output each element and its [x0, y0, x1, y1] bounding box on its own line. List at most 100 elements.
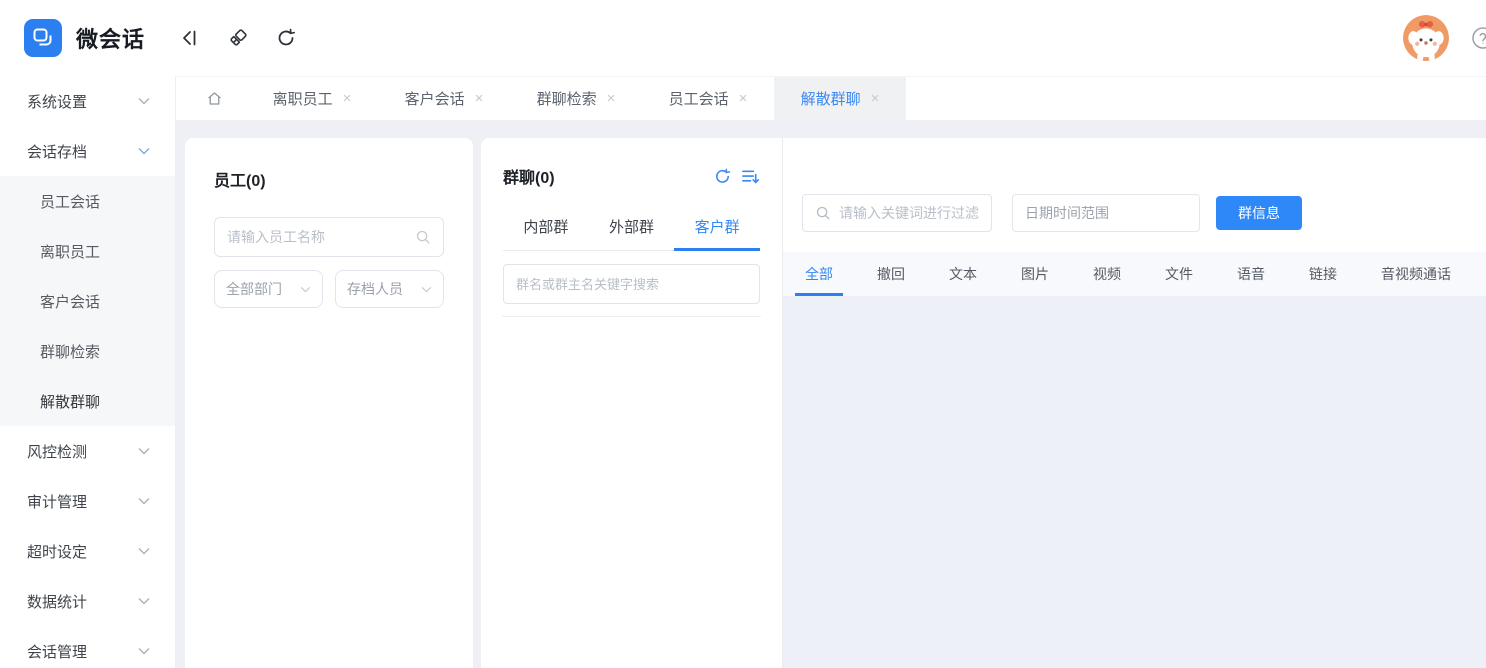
sidebar-item-data-statistics[interactable]: 数据统计 — [0, 576, 175, 626]
close-icon[interactable]: × — [343, 90, 352, 107]
filter-tab-video[interactable]: 视频 — [1083, 252, 1131, 296]
search-icon — [415, 229, 431, 245]
help-icon[interactable] — [1471, 26, 1486, 50]
filter-tab-image[interactable]: 图片 — [1011, 252, 1059, 296]
close-icon[interactable]: × — [739, 90, 748, 107]
header-toolbar — [179, 27, 297, 49]
sidebar-subitem-dissolved-group[interactable]: 解散群聊 — [0, 376, 175, 426]
date-range-box — [1012, 194, 1200, 232]
sidebar-subitem-departed-employee[interactable]: 离职员工 — [0, 226, 175, 276]
sidebar-subitem-label: 离职员工 — [40, 241, 100, 262]
filter-tab-all[interactable]: 全部 — [795, 252, 843, 296]
tab-internal-group[interactable]: 内部群 — [503, 216, 589, 250]
group-panel-title: 群聊(0) — [503, 164, 555, 188]
employee-panel: 员工(0) 全部部门 存档人员 — [185, 138, 473, 668]
sidebar-submenu: 员工会话 离职员工 客户会话 群聊检索 解散群聊 — [0, 176, 175, 426]
tab-employee-session[interactable]: 员工会话 × — [642, 77, 774, 120]
keyword-filter-input[interactable] — [839, 205, 979, 221]
filter-tab-av-call[interactable]: 音视频通话 — [1371, 252, 1461, 296]
chat-logo-icon — [31, 26, 55, 50]
sidebar-item-session-archive[interactable]: 会话存档 — [0, 126, 175, 176]
message-list-area — [783, 296, 1486, 668]
chevron-down-icon — [300, 286, 311, 293]
close-icon[interactable]: × — [475, 90, 484, 107]
sidebar-item-system-settings[interactable]: 系统设置 — [0, 76, 175, 126]
tab-label: 解散群聊 — [801, 88, 861, 109]
department-select-value: 全部部门 — [226, 279, 282, 299]
sidebar-item-label: 数据统计 — [27, 591, 87, 612]
sidebar-subitem-label: 员工会话 — [40, 191, 100, 212]
collapse-sidebar-icon[interactable] — [179, 27, 201, 49]
tab-dissolved-group[interactable]: 解散群聊 × — [774, 77, 906, 120]
tab-customer-group[interactable]: 客户群 — [674, 216, 760, 250]
tab-departed-employee[interactable]: 离职员工 × — [246, 77, 378, 120]
chevron-down-icon — [138, 147, 150, 155]
employee-search-input[interactable] — [227, 229, 407, 245]
archive-staff-select[interactable]: 存档人员 — [335, 270, 444, 308]
filter-tab-link[interactable]: 链接 — [1299, 252, 1347, 296]
employee-search-box — [214, 217, 444, 257]
filter-tab-voice[interactable]: 语音 — [1227, 252, 1275, 296]
message-panel: 群信息 全部 撤回 文本 图片 视频 文件 语音 链接 音视频通话 — [783, 138, 1486, 668]
sidebar-subitem-group-chat-search[interactable]: 群聊检索 — [0, 326, 175, 376]
department-select[interactable]: 全部部门 — [214, 270, 323, 308]
message-toolbar: 群信息 — [783, 138, 1486, 232]
group-type-tabs: 内部群 外部群 客户群 — [503, 216, 760, 251]
chevron-down-icon — [421, 286, 432, 293]
search-icon — [815, 205, 831, 221]
sidebar-item-label: 审计管理 — [27, 491, 87, 512]
close-icon[interactable]: × — [871, 90, 880, 107]
message-type-filter: 全部 撤回 文本 图片 视频 文件 语音 链接 音视频通话 — [783, 252, 1486, 296]
sidebar-subitem-employee-session[interactable]: 员工会话 — [0, 176, 175, 226]
sidebar-subitem-customer-session[interactable]: 客户会话 — [0, 276, 175, 326]
user-avatar[interactable] — [1403, 15, 1449, 61]
tab-group-chat-search[interactable]: 群聊检索 × — [510, 77, 642, 120]
app-logo — [24, 19, 62, 57]
tab-external-group[interactable]: 外部群 — [589, 216, 675, 250]
tab-label: 离职员工 — [273, 88, 333, 109]
app-header: 微会话 — [0, 0, 1486, 76]
group-info-button[interactable]: 群信息 — [1216, 196, 1302, 230]
sidebar-subitem-label: 客户会话 — [40, 291, 100, 312]
filter-tab-file[interactable]: 文件 — [1155, 252, 1203, 296]
sidebar-item-session-management[interactable]: 会话管理 — [0, 626, 175, 668]
sidebar-subitem-label: 群聊检索 — [40, 341, 100, 362]
sidebar-item-label: 会话存档 — [27, 141, 87, 162]
sidebar-item-audit-management[interactable]: 审计管理 — [0, 476, 175, 526]
sidebar-subitem-label: 解散群聊 — [40, 391, 100, 412]
home-tab-button[interactable] — [182, 77, 246, 120]
date-range-input[interactable] — [1025, 205, 1187, 221]
group-search-box — [503, 264, 760, 304]
group-search-input[interactable] — [516, 277, 747, 292]
chevron-down-icon — [138, 647, 150, 655]
chevron-down-icon — [138, 447, 150, 455]
group-panel-header: 群聊(0) — [503, 164, 760, 188]
chevron-down-icon — [138, 97, 150, 105]
sort-list-icon[interactable] — [741, 167, 760, 186]
tab-label: 群聊检索 — [537, 88, 597, 109]
tab-customer-session[interactable]: 客户会话 × — [378, 77, 510, 120]
filter-tab-text[interactable]: 文本 — [939, 252, 987, 296]
sidebar-item-label: 风控检测 — [27, 441, 87, 462]
chevron-down-icon — [138, 497, 150, 505]
tab-label: 员工会话 — [669, 88, 729, 109]
close-icon[interactable]: × — [607, 90, 616, 107]
refresh-icon[interactable] — [713, 167, 732, 186]
refresh-icon[interactable] — [275, 27, 297, 49]
group-list-divider — [502, 316, 761, 317]
dissolved-group-content: 群聊(0) — [481, 138, 1486, 668]
sidebar-item-label: 系统设置 — [27, 91, 87, 112]
clear-brush-icon[interactable] — [227, 27, 249, 49]
employee-filter-row: 全部部门 存档人员 — [214, 270, 444, 308]
sidebar-nav: 系统设置 会话存档 员工会话 离职员工 客户会话 群聊检索 解散群聊 风控检测 — [0, 76, 176, 668]
chevron-down-icon — [138, 597, 150, 605]
tab-label: 客户会话 — [405, 88, 465, 109]
sidebar-item-timeout-settings[interactable]: 超时设定 — [0, 526, 175, 576]
archive-staff-select-value: 存档人员 — [347, 279, 403, 299]
filter-tab-recalled[interactable]: 撤回 — [867, 252, 915, 296]
app-title: 微会话 — [76, 22, 145, 54]
group-panel-actions — [713, 167, 760, 186]
sidebar-item-label: 超时设定 — [27, 541, 87, 562]
employee-panel-title: 员工(0) — [214, 138, 444, 191]
sidebar-item-risk-control[interactable]: 风控检测 — [0, 426, 175, 476]
